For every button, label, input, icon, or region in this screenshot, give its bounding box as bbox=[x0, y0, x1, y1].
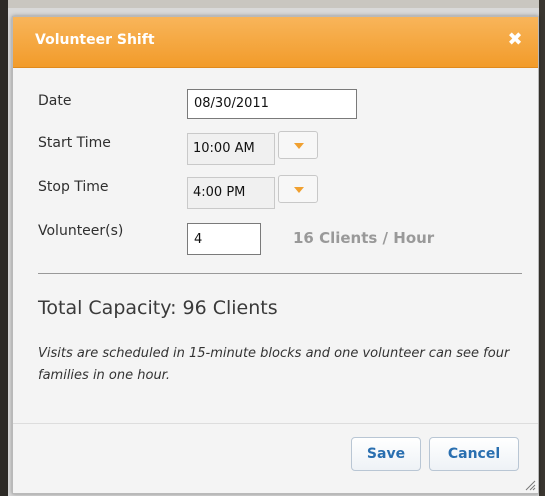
close-icon[interactable]: ✖ bbox=[504, 29, 526, 51]
start-time-dropdown-button[interactable] bbox=[278, 131, 318, 159]
backdrop bbox=[0, 0, 545, 8]
volunteers-label: Volunteer(s) bbox=[38, 223, 124, 239]
volunteers-input[interactable] bbox=[187, 223, 261, 255]
stop-time-dropdown-button[interactable] bbox=[278, 175, 318, 203]
scheduling-note: Visits are scheduled in 15-minute blocks… bbox=[38, 346, 510, 383]
start-time-label: Start Time bbox=[38, 135, 111, 151]
chevron-down-icon bbox=[294, 143, 304, 149]
date-input[interactable] bbox=[187, 89, 357, 119]
dialog-titlebar[interactable]: Volunteer Shift ✖ bbox=[13, 17, 538, 68]
start-time-field[interactable]: 10:00 AM bbox=[187, 133, 275, 165]
total-capacity-heading: Total Capacity: 96 Clients bbox=[38, 297, 278, 319]
backdrop-right bbox=[539, 0, 545, 496]
divider bbox=[38, 273, 522, 274]
resize-handle-icon[interactable] bbox=[524, 479, 536, 491]
stop-time-field[interactable]: 4:00 PM bbox=[187, 177, 275, 209]
footer-divider bbox=[13, 423, 538, 424]
save-button[interactable]: Save bbox=[351, 437, 421, 471]
volunteer-shift-dialog: Volunteer Shift ✖ Date Start Time 10:00 … bbox=[12, 16, 539, 494]
backdrop-left bbox=[0, 0, 8, 496]
stop-time-label: Stop Time bbox=[38, 179, 109, 195]
date-label: Date bbox=[38, 93, 72, 109]
cancel-button[interactable]: Cancel bbox=[429, 437, 519, 471]
chevron-down-icon bbox=[294, 187, 304, 193]
dialog-title: Volunteer Shift bbox=[35, 32, 155, 48]
clients-per-hour-text: 16 Clients / Hour bbox=[293, 229, 435, 247]
